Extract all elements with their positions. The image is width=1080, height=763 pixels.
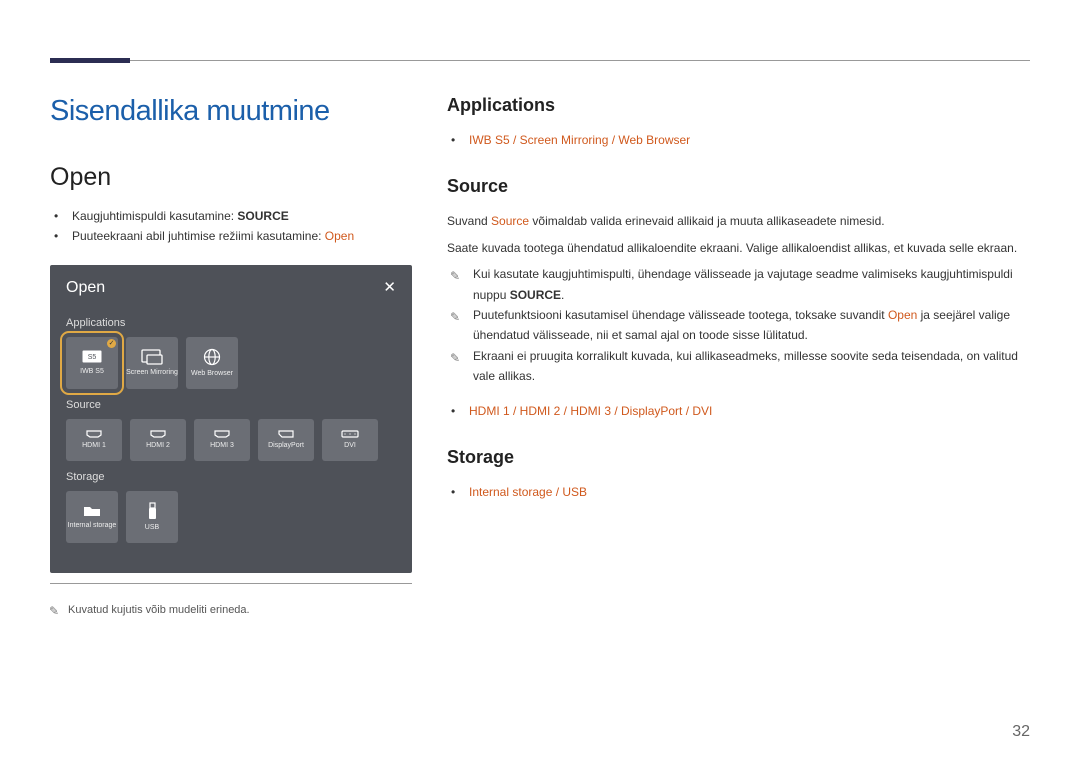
footnote-divider	[50, 583, 412, 584]
tile-iwb-label: IWB S5	[80, 368, 104, 376]
tile-iwb[interactable]: ✓ S5 IWB S5	[66, 337, 118, 389]
screen-mirroring-icon	[141, 349, 163, 365]
instruction-touch: Puuteekraani abil juhtimise režiimi kasu…	[54, 226, 412, 246]
svg-text:S5: S5	[88, 354, 97, 361]
instruction-touch-text: Puuteekraani abil juhtimise režiimi kasu…	[72, 229, 325, 243]
hdmi-icon	[86, 430, 102, 438]
instruction-remote-key: SOURCE	[237, 209, 288, 223]
source-note-1: ✎ Kui kasutate kaugjuhtimispulti, ühenda…	[451, 264, 1030, 305]
tile-usb-label: USB	[145, 524, 159, 532]
tile-hdmi2-label: HDMI 2	[146, 442, 170, 450]
open-instructions-list: Kaugjuhtimispuldi kasutamine: SOURCE Puu…	[50, 206, 412, 247]
source-p1-b: võimaldab valida erinevaid allikaid ja m…	[529, 214, 885, 228]
applications-list-item: IWB S5 / Screen Mirroring / Web Browser	[451, 130, 1030, 150]
page-number: 32	[1012, 723, 1030, 741]
source-note-2em: Open	[888, 308, 917, 322]
note-icon: ✎	[450, 307, 460, 327]
source-ports-text: HDMI 1 / HDMI 2 / HDMI 3 / DisplayPort /…	[469, 404, 712, 418]
instruction-remote-text: Kaugjuhtimispuldi kasutamine:	[72, 209, 237, 223]
usb-icon	[147, 502, 158, 520]
tile-hdmi2[interactable]: HDMI 2	[130, 419, 186, 461]
close-icon[interactable]: ✕	[383, 280, 396, 295]
source-note-3-text: Ekraani ei pruugita korralikult kuvada, …	[473, 349, 1018, 383]
tile-hdmi1[interactable]: HDMI 1	[66, 419, 122, 461]
applications-label: Applications	[66, 317, 396, 329]
open-panel: Open ✕ Applications ✓ S5 IWB S5	[50, 265, 412, 573]
note-icon: ✎	[49, 604, 59, 618]
hdmi-icon	[214, 430, 230, 438]
page-title: Sisendallika muutmine	[50, 95, 412, 128]
footnote: ✎ Kuvatud kujutis võib mudeliti erineda.	[50, 604, 412, 616]
source-p1: Suvand Source võimaldab valida erinevaid…	[447, 211, 1030, 231]
tile-internal-label: Internal storage	[68, 522, 117, 530]
tile-mirroring-label: Screen Mirroring	[126, 369, 178, 377]
header-rule	[130, 60, 1030, 61]
source-p2: Saate kuvada tootega ühendatud allikaloe…	[447, 238, 1030, 258]
applications-list-text: IWB S5 / Screen Mirroring / Web Browser	[469, 133, 690, 147]
check-icon: ✓	[107, 339, 116, 348]
source-note-3: ✎ Ekraani ei pruugita korralikult kuvada…	[451, 346, 1030, 387]
note-icon: ✎	[450, 348, 460, 368]
folder-icon	[83, 504, 101, 518]
dvi-icon	[341, 430, 359, 438]
header-accent-bar	[50, 58, 130, 63]
tile-hdmi3[interactable]: HDMI 3	[194, 419, 250, 461]
source-p1-em: Source	[491, 214, 529, 228]
source-label: Source	[66, 399, 396, 411]
panel-title: Open	[66, 279, 105, 297]
tile-dvi-label: DVI	[344, 442, 356, 450]
applications-heading: Applications	[447, 95, 1030, 116]
source-ports-item: HDMI 1 / HDMI 2 / HDMI 3 / DisplayPort /…	[451, 401, 1030, 421]
tile-usb[interactable]: USB	[126, 491, 178, 543]
storage-heading: Storage	[447, 447, 1030, 468]
source-note-2a: Puutefunktsiooni kasutamisel ühendage vä…	[473, 308, 888, 322]
source-note-2: ✎ Puutefunktsiooni kasutamisel ühendage …	[451, 305, 1030, 346]
tile-dp-label: DisplayPort	[268, 442, 304, 450]
source-note-1b: .	[561, 288, 564, 302]
section-open-heading: Open	[50, 163, 412, 192]
note-icon: ✎	[450, 266, 460, 286]
tile-internal-storage[interactable]: Internal storage	[66, 491, 118, 543]
tile-hdmi3-label: HDMI 3	[210, 442, 234, 450]
instruction-remote: Kaugjuhtimispuldi kasutamine: SOURCE	[54, 206, 412, 226]
source-p1-a: Suvand	[447, 214, 491, 228]
source-note-1bold: SOURCE	[510, 288, 561, 302]
displayport-icon	[278, 430, 294, 438]
storage-list-text: Internal storage / USB	[469, 485, 587, 499]
iwb-icon: S5	[82, 350, 102, 364]
tile-dvi[interactable]: DVI	[322, 419, 378, 461]
tile-web-browser[interactable]: Web Browser	[186, 337, 238, 389]
globe-icon	[203, 348, 221, 366]
storage-label: Storage	[66, 471, 396, 483]
source-heading: Source	[447, 176, 1030, 197]
hdmi-icon	[150, 430, 166, 438]
storage-list-item: Internal storage / USB	[451, 482, 1030, 502]
tile-browser-label: Web Browser	[191, 370, 233, 378]
footnote-text: Kuvatud kujutis võib mudeliti erineda.	[68, 604, 250, 616]
tile-displayport[interactable]: DisplayPort	[258, 419, 314, 461]
tile-screen-mirroring[interactable]: Screen Mirroring	[126, 337, 178, 389]
tile-hdmi1-label: HDMI 1	[82, 442, 106, 450]
instruction-touch-key: Open	[325, 229, 354, 243]
